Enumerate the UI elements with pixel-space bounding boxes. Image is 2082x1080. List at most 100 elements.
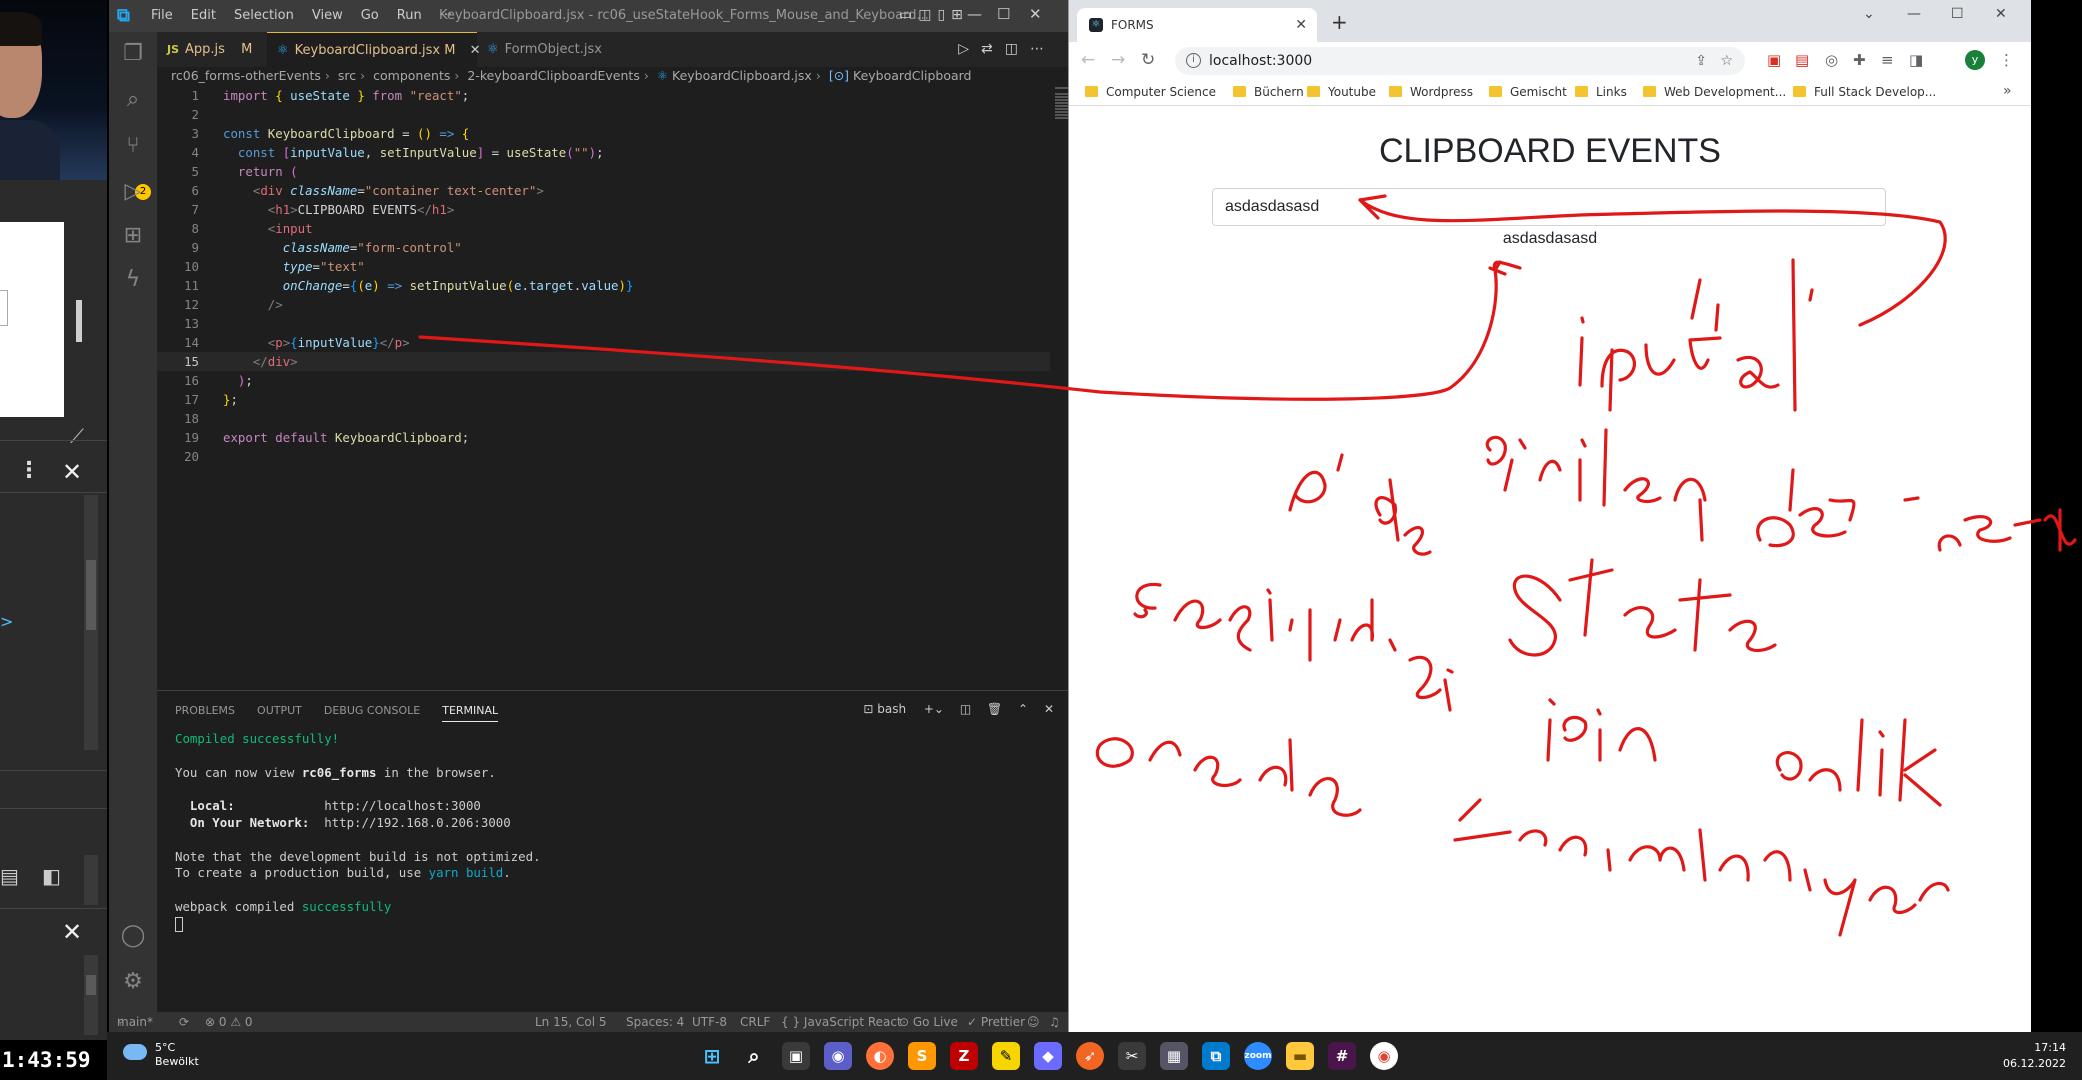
teams-chat-icon[interactable]: ◉	[824, 1042, 852, 1070]
more-bookmarks-icon[interactable]: »	[2003, 83, 2012, 99]
extensions-puzzle-icon[interactable]: ✚	[1853, 51, 1866, 69]
profile-avatar[interactable]: y	[1965, 50, 1985, 70]
git-client-icon[interactable]: ◆	[1034, 1042, 1062, 1070]
indentation[interactable]: Spaces: 4	[626, 1012, 684, 1032]
maximize-icon[interactable]: ☐	[1951, 6, 1964, 22]
lightning-icon[interactable]: ϟ	[119, 266, 147, 294]
extension-icon[interactable]: ▣	[1767, 51, 1781, 69]
snipping-tool-icon[interactable]: ✂	[1118, 1042, 1146, 1070]
account-icon[interactable]: ◯	[119, 922, 147, 950]
tab-app-js[interactable]: JS App.js M	[157, 32, 267, 67]
close-tab-icon[interactable]: ✕	[1295, 8, 1307, 42]
reload-icon[interactable]: ↻	[1141, 50, 1155, 70]
shell-name[interactable]: bash	[877, 702, 906, 716]
cursor-position[interactable]: Ln 15, Col 5	[535, 1012, 607, 1032]
code-editor[interactable]: 1 import { useState } from "react"; 2 3 co…	[157, 86, 1050, 696]
tab-form-object[interactable]: ⚛ FormObject.jsx	[477, 32, 617, 67]
browser-tab[interactable]: ⚛ FORMS ✕	[1077, 8, 1317, 42]
scrollbar-thumb[interactable]	[86, 560, 96, 630]
bookmark-folder[interactable]: Büchern	[1233, 85, 1304, 99]
slack-icon[interactable]: #	[1328, 1042, 1356, 1070]
splitter-handle[interactable]	[76, 300, 82, 342]
encoding[interactable]: UTF-8	[692, 1012, 727, 1032]
close-panel-icon[interactable]: ✕	[1044, 702, 1054, 716]
tab-debug-console[interactable]: DEBUG CONSOLE	[324, 704, 420, 722]
menu-go[interactable]: Go	[361, 8, 379, 23]
extensions-icon[interactable]: ⊞	[119, 222, 147, 250]
search-icon[interactable]: ⌕	[119, 86, 147, 114]
more-options-icon[interactable]: ⋮	[18, 458, 40, 483]
system-clock[interactable]: 17:14 06.12.2022	[2003, 1040, 2066, 1072]
breadcrumb-item[interactable]: KeyboardClipboard.jsx	[672, 68, 812, 83]
bookmark-folder[interactable]: Youtube	[1307, 85, 1376, 99]
split-terminal-icon[interactable]: ◫	[960, 702, 971, 716]
back-icon[interactable]: ←	[1081, 50, 1095, 70]
menu-selection[interactable]: Selection	[234, 8, 294, 23]
chrome-icon[interactable]: ◉	[1370, 1042, 1398, 1070]
close-icon[interactable]: ✕	[62, 458, 82, 486]
sync-icon[interactable]: ⟳	[179, 1012, 189, 1032]
minimize-icon[interactable]: —	[1907, 6, 1921, 22]
terminal-link[interactable]: http://localhost:3000	[324, 798, 481, 813]
breadcrumb-item[interactable]: components	[373, 68, 450, 83]
problems-count[interactable]: ⊗ 0 ⚠ 0	[205, 1012, 253, 1032]
vscode-icon[interactable]: ⧉	[1202, 1042, 1230, 1070]
search-icon[interactable]: ⌕	[740, 1042, 768, 1070]
kebab-menu-icon[interactable]: ⋮	[1999, 51, 2014, 69]
tab-terminal[interactable]: TERMINAL	[442, 704, 499, 722]
source-control-icon[interactable]: ⑂	[119, 132, 147, 160]
extension-icon[interactable]: ◎	[1825, 51, 1838, 69]
breadcrumb-item[interactable]: KeyboardClipboard	[853, 68, 971, 83]
go-live-button[interactable]: ⊙ Go Live	[899, 1012, 958, 1032]
bookmark-folder[interactable]: Wordpress	[1389, 85, 1473, 99]
layout-controls[interactable]: ▭◫▯⊞	[899, 7, 969, 23]
trash-icon[interactable]: 🗑	[987, 702, 1002, 716]
resize-grip-icon[interactable]: ⟋	[70, 424, 84, 448]
breadcrumb-item[interactable]: rc06_forms-otherEvents	[171, 68, 321, 83]
compass-icon[interactable]: ➶	[1076, 1042, 1104, 1070]
close-window-icon[interactable]: ✕	[1029, 5, 1042, 23]
bookmark-folder[interactable]: Web Development...	[1643, 85, 1786, 99]
editor-actions[interactable]: ▷⇄◫⋯	[958, 41, 1056, 57]
bookmark-star-icon[interactable]: ☆	[1720, 47, 1733, 75]
cloud-icon[interactable]	[123, 1044, 147, 1060]
tab-output[interactable]: OUTPUT	[257, 704, 302, 722]
scrollbar[interactable]	[84, 955, 98, 1035]
bookmark-folder[interactable]: Links	[1575, 85, 1627, 99]
side-panel-icon[interactable]: ◨	[1909, 51, 1923, 69]
explorer-icon[interactable]: ❐	[119, 40, 147, 68]
tab-search-icon[interactable]: ⌄	[1863, 6, 1875, 22]
new-tab-icon[interactable]: +	[1331, 10, 1348, 34]
bookmark-folder[interactable]: Full Stack Develop...	[1793, 85, 1936, 99]
start-icon[interactable]: ⊞	[698, 1042, 726, 1070]
prettier-status[interactable]: ✓ Prettier	[967, 1012, 1025, 1032]
breadcrumb-item[interactable]: 2-keyboardClipboardEvents	[467, 68, 639, 83]
menu-view[interactable]: View	[312, 8, 343, 23]
close-icon[interactable]: ✕	[62, 918, 82, 946]
task-view-icon[interactable]: ▣	[782, 1042, 810, 1070]
maximize-icon[interactable]: ☐	[997, 5, 1010, 23]
bookmark-folder[interactable]: Computer Science	[1085, 85, 1216, 99]
zoom-icon[interactable]: zoom	[1244, 1042, 1272, 1070]
new-terminal-icon[interactable]: +⌄	[924, 702, 944, 716]
minimize-icon[interactable]: —	[967, 5, 982, 23]
sublime-text-icon[interactable]: S	[908, 1042, 936, 1070]
scrollbar-thumb[interactable]	[86, 975, 96, 995]
weather-widget[interactable]: 5°C Bewölkt	[155, 1041, 199, 1069]
menu-edit[interactable]: Edit	[191, 8, 216, 23]
tab-keyboard-clipboard[interactable]: ⚛ KeyboardClipboard.jsx M ✕	[267, 32, 480, 67]
terminal-output[interactable]: Compiled successfully! You can now view …	[175, 731, 541, 933]
language-mode[interactable]: { } JavaScript React	[781, 1012, 902, 1032]
breadcrumb-item[interactable]: src	[338, 68, 356, 83]
text-input[interactable]: asdasdasasd	[1212, 188, 1886, 226]
share-icon[interactable]: ⇪	[1695, 47, 1707, 75]
site-info-icon[interactable]: i	[1186, 53, 1201, 68]
menu-run[interactable]: Run	[397, 8, 422, 23]
scrollbar[interactable]	[84, 855, 98, 905]
terminal-link[interactable]: http://192.168.0.206:3000	[324, 815, 511, 830]
bookmark-folder[interactable]: Gemischt	[1489, 85, 1567, 99]
collapse-panel-icon[interactable]: ◧	[42, 864, 61, 888]
address-bar[interactable]: i localhost:3000 ⇪ ☆	[1175, 47, 1745, 75]
file-explorer-icon[interactable]: ▬	[1286, 1042, 1314, 1070]
filter-icon[interactable]: ▤	[0, 864, 19, 888]
